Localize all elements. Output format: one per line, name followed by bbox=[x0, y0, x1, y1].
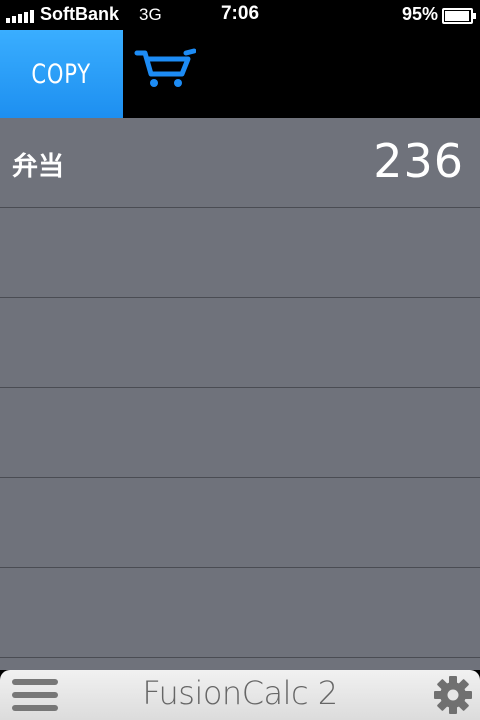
gear-icon bbox=[434, 676, 472, 714]
item-value: 236 bbox=[373, 134, 464, 188]
status-bar: SoftBank 3G 7:06 95% bbox=[0, 0, 480, 30]
copy-button[interactable]: COPY bbox=[0, 30, 123, 118]
list-item[interactable] bbox=[0, 208, 480, 298]
battery-fill bbox=[445, 11, 469, 21]
list-item[interactable] bbox=[0, 478, 480, 568]
battery-percent: 95% bbox=[401, 4, 438, 24]
list-item[interactable]: 弁当 236 bbox=[0, 118, 480, 208]
app-title: FusionCalc 2 bbox=[142, 674, 338, 712]
item-list: 弁当 236 bbox=[0, 118, 480, 670]
list-item[interactable] bbox=[0, 298, 480, 388]
list-item[interactable] bbox=[0, 568, 480, 658]
battery-icon bbox=[442, 8, 476, 24]
cart-button[interactable] bbox=[134, 46, 197, 90]
list-item[interactable] bbox=[0, 388, 480, 478]
item-label: 弁当 bbox=[12, 152, 65, 182]
toolbar: COPY bbox=[0, 30, 480, 118]
bottom-bar: FusionCalc 2 bbox=[0, 670, 480, 720]
settings-button[interactable] bbox=[433, 675, 473, 715]
copy-button-label: COPY bbox=[31, 58, 92, 90]
cart-icon bbox=[134, 48, 197, 87]
